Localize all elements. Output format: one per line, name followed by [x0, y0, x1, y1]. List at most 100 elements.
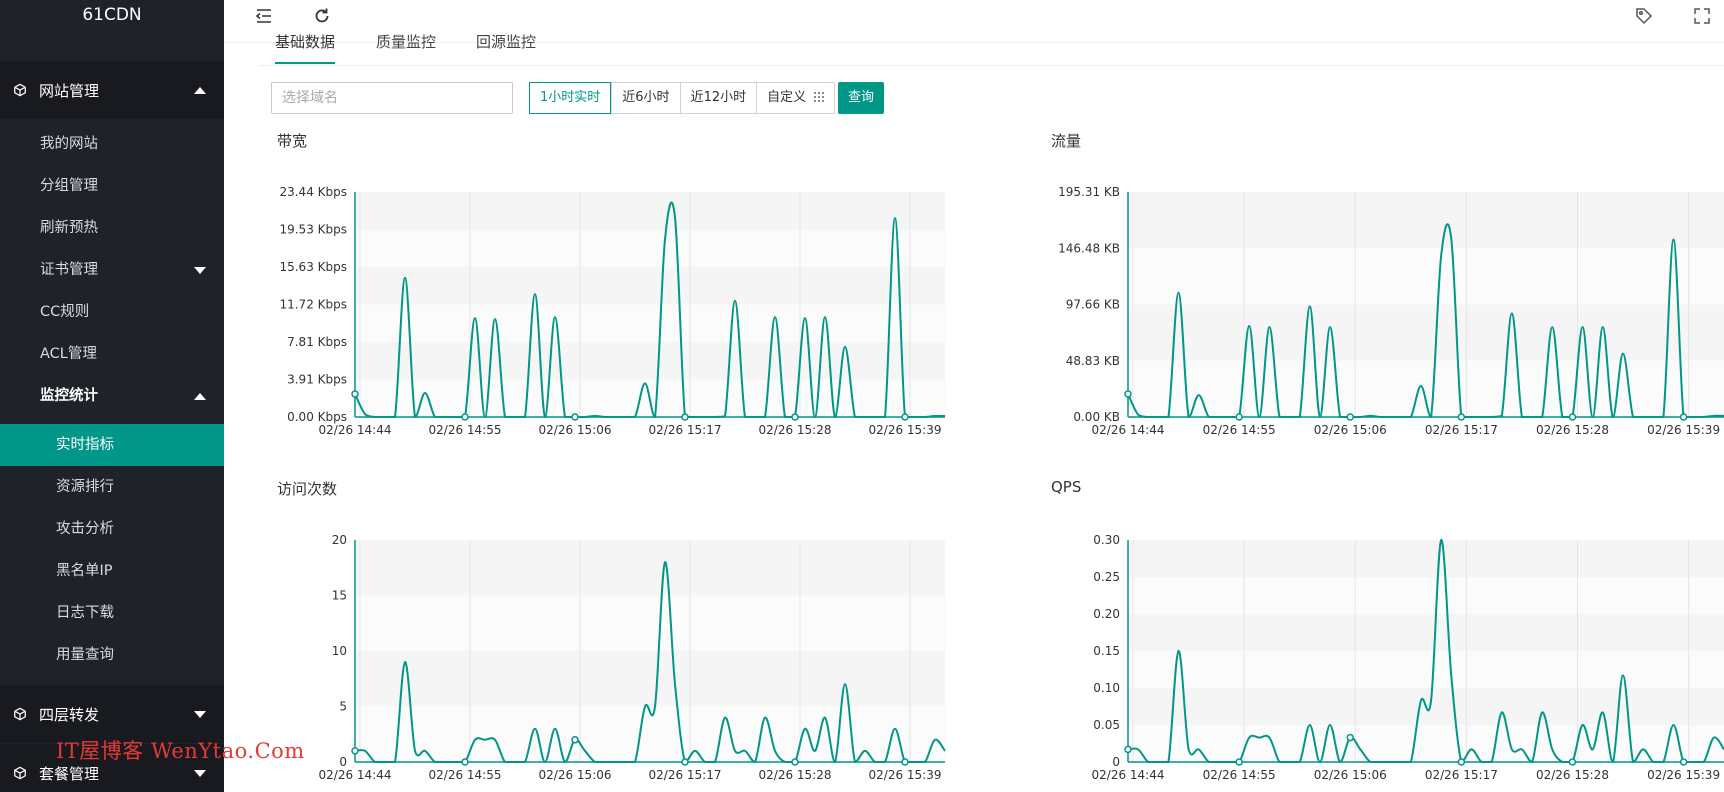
- nav-item-blacklist-ip[interactable]: 黑名单IP: [0, 550, 224, 592]
- y-tick-label: 195.31 KB: [1058, 185, 1120, 199]
- x-tick-label: 02/26 15:17: [649, 768, 722, 782]
- grid-band: [1128, 248, 1724, 305]
- data-point: [1346, 733, 1354, 742]
- sidebar: 61CDN 网站管理 我的网站 分组管理 刷新预热 证书管理 CC规则 ACL管…: [0, 0, 224, 792]
- x-tick-label: 02/26 15:28: [1536, 423, 1609, 437]
- grid-band: [355, 595, 945, 651]
- nav-group-label: 网站管理: [39, 81, 100, 100]
- x-tick-label: 02/26 15:17: [1425, 423, 1498, 437]
- tab-bar: 基础数据 质量监控 回源监控: [258, 30, 1724, 66]
- watermark: IT屋博客 WenYtao.Com: [56, 739, 305, 763]
- nav-item-group-management[interactable]: 分组管理: [0, 165, 224, 207]
- nav-group-website-management[interactable]: 网站管理: [0, 61, 224, 119]
- x-tick-label: 02/26 15:28: [759, 768, 832, 782]
- data-point: [1235, 413, 1243, 421]
- menu-fold-icon[interactable]: [254, 6, 274, 26]
- y-tick-label: 23.44 Kbps: [279, 185, 347, 199]
- data-point: [681, 413, 689, 421]
- data-point: [901, 413, 909, 421]
- chart-title-visits: 访问次数: [277, 480, 338, 498]
- cube-icon: [14, 83, 26, 97]
- data-point: [461, 758, 469, 766]
- query-button[interactable]: 查询: [838, 82, 884, 114]
- nav-item-log-download[interactable]: 日志下载: [0, 592, 224, 634]
- qps-chart: 0 0.05 0.10 0.15 0.20 0.25 0.30 02/26 14:44 02/2…: [1092, 533, 1724, 782]
- grid-band: [1128, 540, 1724, 577]
- nav-item-cc-rules[interactable]: CC规则: [0, 291, 224, 333]
- y-tick-label: 0: [339, 755, 347, 769]
- tab-quality-monitoring[interactable]: 质量监控: [376, 30, 436, 64]
- brand-logo: 61CDN: [82, 5, 142, 25]
- y-tick-label: 97.66 KB: [1066, 298, 1120, 312]
- nav-item-realtime-metrics[interactable]: 实时指标: [0, 424, 224, 466]
- grid-band: [1128, 725, 1724, 762]
- y-tick-label: 48.83 KB: [1066, 354, 1120, 368]
- nav-item-refresh-prefetch[interactable]: 刷新预热: [0, 207, 224, 249]
- x-tick-label: 02/26 14:44: [1092, 423, 1165, 437]
- nav-group-label: 套餐管理: [39, 764, 100, 783]
- visits-chart: 0 5 10 15 20 02/26 14:44 02/26 14:55 02/26 15:0…: [319, 533, 946, 782]
- y-tick-label: 0.20: [1093, 607, 1120, 621]
- grid-band: [1128, 192, 1724, 249]
- range-custom-label: 自定义: [767, 90, 807, 105]
- x-tick-label: 02/26 14:44: [319, 423, 392, 437]
- y-tick-label: 11.72 Kbps: [279, 298, 347, 312]
- data-point: [1346, 413, 1354, 421]
- data-point: [461, 413, 469, 421]
- y-tick-label: 0.05: [1093, 718, 1120, 732]
- refresh-icon[interactable]: [312, 6, 332, 26]
- x-tick-label: 02/26 15:06: [1314, 768, 1387, 782]
- nav-group-label: 四层转发: [39, 705, 100, 724]
- data-point: [1679, 758, 1688, 766]
- nav-item-acl[interactable]: ACL管理: [0, 333, 224, 375]
- range-custom-button[interactable]: 自定义: [756, 83, 835, 113]
- data-point: [1124, 390, 1132, 398]
- range-6h-button[interactable]: 近6小时: [611, 83, 680, 113]
- data-point: [1457, 758, 1466, 766]
- x-tick-label: 02/26 14:55: [429, 423, 502, 437]
- nav-item-attack-analysis[interactable]: 攻击分析: [0, 508, 224, 550]
- data-point: [791, 413, 799, 421]
- fullscreen-icon[interactable]: [1692, 6, 1712, 26]
- data-point: [1679, 413, 1688, 421]
- nav-item-usage-query[interactable]: 用量查询: [0, 634, 224, 676]
- data-point: [901, 758, 909, 766]
- nav-item-certificates[interactable]: 证书管理: [0, 249, 224, 291]
- x-tick-label: 02/26 15:39: [869, 423, 942, 437]
- grid-band: [1128, 360, 1724, 417]
- nav-item-label: 监控统计: [40, 388, 98, 404]
- grid-band: [355, 540, 945, 596]
- tab-origin-monitoring[interactable]: 回源监控: [476, 30, 536, 64]
- data-point: [1568, 413, 1577, 421]
- nav-item-my-sites[interactable]: 我的网站: [0, 123, 224, 165]
- tab-basic-data[interactable]: 基础数据: [275, 30, 336, 64]
- grid-band: [1128, 304, 1724, 361]
- data-point: [1568, 758, 1577, 766]
- caret-down-icon: [194, 770, 206, 777]
- caret-down-icon: [194, 267, 206, 274]
- nav-item-resource-ranking[interactable]: 资源排行: [0, 466, 224, 508]
- data-point: [1457, 413, 1466, 421]
- y-tick-label: 0.25: [1093, 570, 1120, 584]
- data-point: [351, 747, 359, 755]
- x-tick-label: 02/26 15:28: [759, 423, 832, 437]
- y-tick-label: 10: [332, 644, 347, 658]
- y-tick-label: 3.91 Kbps: [287, 373, 347, 387]
- x-tick-label: 02/26 14:55: [1203, 423, 1276, 437]
- nav-item-label: 证书管理: [40, 262, 98, 278]
- range-1h-button[interactable]: 1小时实时: [529, 82, 612, 114]
- nav-item-monitoring[interactable]: 监控统计: [0, 375, 224, 417]
- domain-select-input[interactable]: [271, 82, 513, 114]
- calendar-grid-icon: [814, 92, 825, 102]
- x-tick-label: 02/26 14:44: [319, 768, 392, 782]
- tag-icon[interactable]: [1634, 6, 1654, 26]
- y-tick-label: 15: [332, 589, 347, 603]
- x-tick-label: 02/26 15:06: [539, 768, 612, 782]
- x-tick-label: 02/26 15:28: [1536, 768, 1609, 782]
- x-tick-label: 02/26 14:55: [1203, 768, 1276, 782]
- grid-band: [355, 267, 945, 305]
- grid-band: [355, 651, 945, 707]
- data-point: [571, 736, 579, 744]
- range-12h-button[interactable]: 近12小时: [679, 83, 757, 113]
- y-tick-label: 7.81 Kbps: [287, 335, 347, 349]
